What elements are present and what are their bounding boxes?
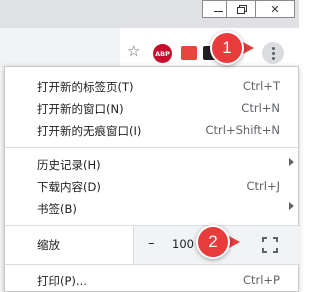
menu-item-new-tab[interactable]: 打开新的标签页(T) Ctrl+T: [5, 75, 300, 97]
menu-item-shortcut: Ctrl+Shift+N: [205, 123, 280, 137]
menu-item-print[interactable]: 打印(P)... Ctrl+P: [5, 269, 300, 291]
title-bar: ✕: [0, 0, 299, 28]
menu-item-shortcut: Ctrl+N: [241, 101, 280, 115]
menu-item-bookmarks[interactable]: 书签(B): [5, 197, 300, 219]
zoom-label: 缩放: [37, 238, 60, 252]
more-menu-button[interactable]: [262, 42, 284, 64]
zoom-row: 缩放 – 100: [5, 226, 300, 264]
menu-item-downloads[interactable]: 下载内容(D) Ctrl+J: [5, 175, 300, 197]
menu-item-label: 书签(B): [37, 202, 77, 216]
extension-icon[interactable]: [181, 46, 197, 60]
menu-item-label: 打开新的标签页(T): [37, 80, 134, 94]
menu-item-new-incognito-window[interactable]: 打开新的无痕窗口(I) Ctrl+Shift+N: [5, 119, 300, 141]
maximize-button[interactable]: [226, 0, 258, 18]
menu-item-shortcut: Ctrl+J: [246, 179, 281, 193]
callout-badge-1: 1: [210, 31, 244, 65]
menu-item-shortcut: Ctrl+P: [242, 273, 280, 287]
submenu-arrow-icon: [289, 202, 294, 210]
menu-item-label: 打开新的无痕窗口(I): [37, 124, 142, 138]
fullscreen-icon[interactable]: [262, 237, 278, 253]
adblock-plus-icon[interactable]: ABP: [153, 44, 172, 63]
menu-divider: [5, 264, 300, 265]
submenu-arrow-icon: [289, 158, 294, 166]
menu-item-label: 打开新的窗口(N): [37, 102, 124, 116]
more-menu-icon: [271, 46, 275, 50]
menu-divider: [5, 147, 300, 148]
menu-item-shortcut: Ctrl+T: [242, 79, 280, 93]
menu-item-label: 历史记录(H): [37, 158, 101, 172]
minimize-icon: [213, 10, 223, 12]
close-icon: ✕: [270, 2, 280, 16]
close-button[interactable]: ✕: [255, 0, 295, 18]
menu-item-history[interactable]: 历史记录(H): [5, 153, 300, 175]
bookmark-star-icon[interactable]: ☆: [127, 42, 140, 60]
address-bar[interactable]: [0, 28, 120, 68]
callout-badge-2: 2: [196, 225, 230, 259]
maximize-icon: [237, 4, 247, 14]
zoom-out-button[interactable]: –: [148, 236, 155, 251]
menu-item-label: 下载内容(D): [37, 180, 101, 194]
more-menu-dot: [271, 56, 275, 60]
menu-item-new-window[interactable]: 打开新的窗口(N) Ctrl+N: [5, 97, 300, 119]
more-menu-dot: [271, 51, 275, 55]
toolbar: [0, 28, 299, 68]
zoom-level: 100: [172, 237, 194, 251]
menu-item-label: 打印(P)...: [37, 274, 87, 288]
chrome-main-menu: 打开新的标签页(T) Ctrl+T 打开新的窗口(N) Ctrl+N 打开新的无…: [4, 66, 300, 292]
